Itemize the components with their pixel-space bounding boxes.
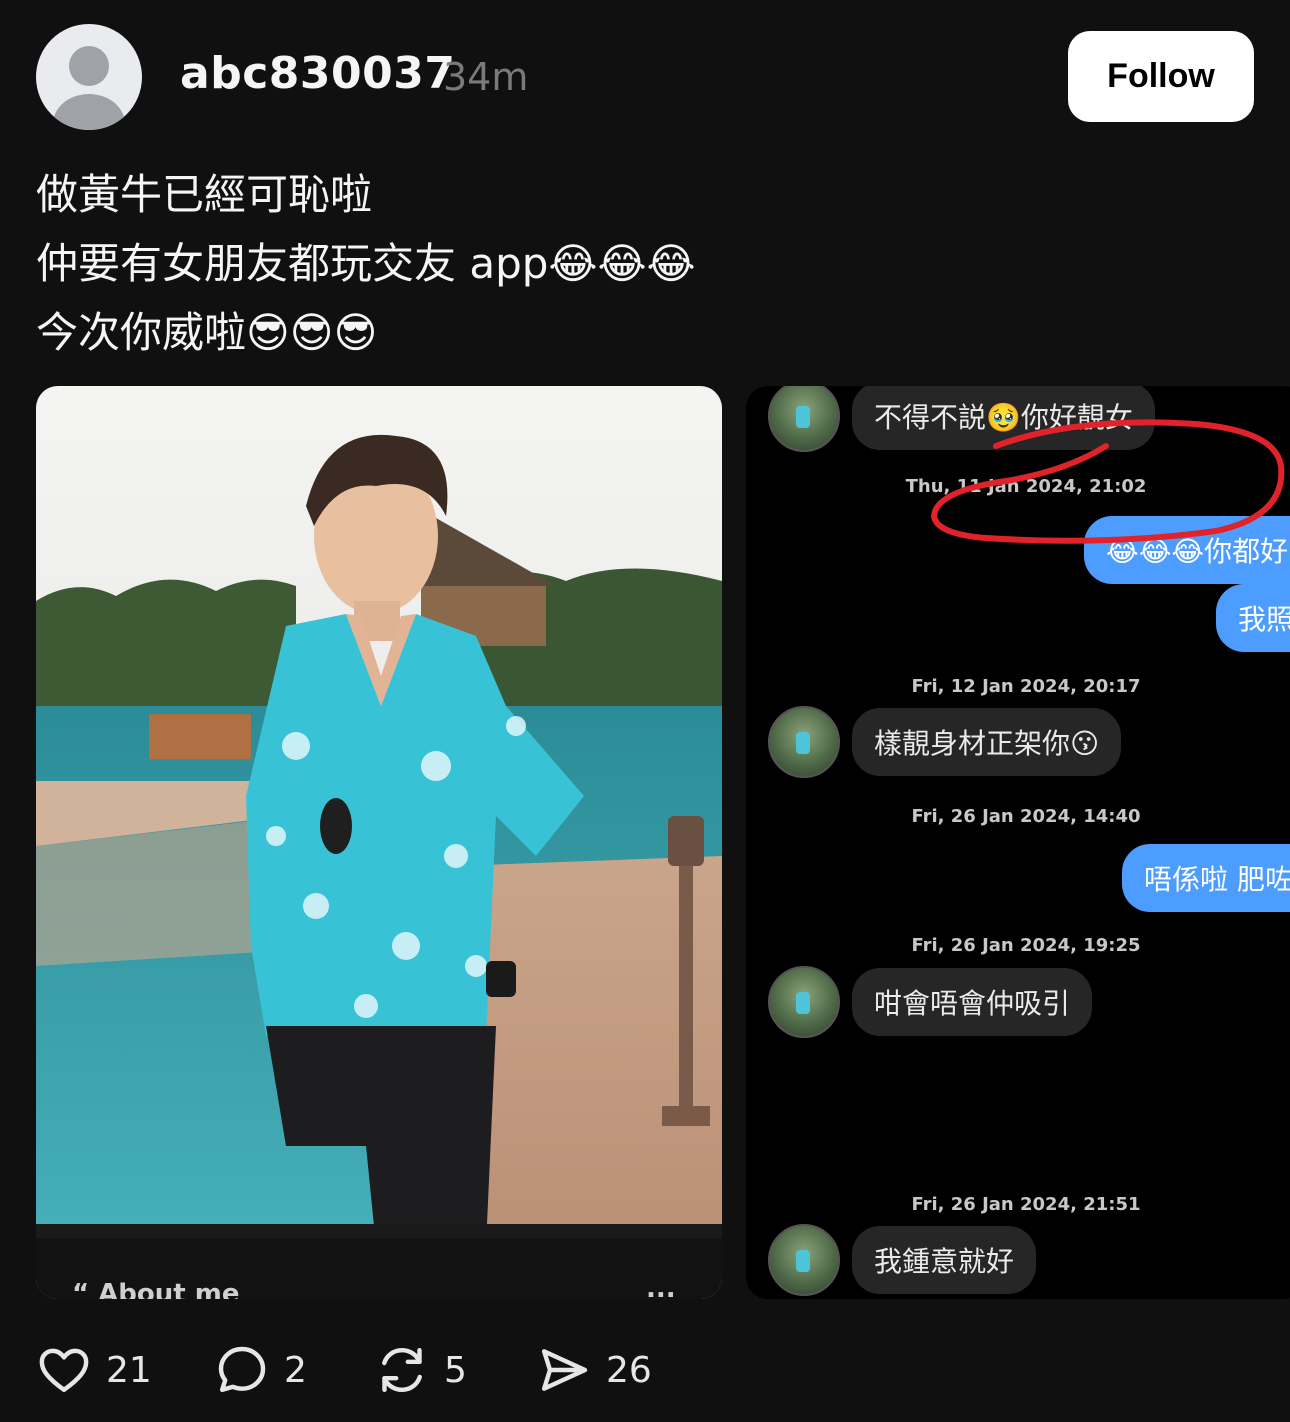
chat-avatar <box>768 966 840 1038</box>
avatar-placeholder-icon <box>69 46 109 86</box>
chat-message-incoming: 我鍾意就好 <box>768 1224 1037 1296</box>
red-annotation-circle <box>930 419 1285 544</box>
comment-icon <box>218 1346 266 1393</box>
like-button[interactable]: 21 <box>36 1338 152 1402</box>
chat-avatar <box>768 1224 840 1296</box>
reply-count: 2 <box>284 1349 307 1391</box>
caption-line: 做黃牛已經可恥啦 <box>36 170 373 219</box>
chat-bubble: 樣靚身材正架你😗 <box>852 708 1122 776</box>
post-time: 34m <box>443 55 529 99</box>
share-count: 26 <box>606 1349 652 1391</box>
chat-date: Fri, 26 Jan 2024, 19:25 <box>911 935 1141 956</box>
post-image-photo[interactable]: “ About me ... <box>36 386 722 1299</box>
about-me-label: “ About me <box>72 1279 240 1299</box>
caption-line: 仲要有女朋友都玩交友 app😂😂😂 <box>36 239 696 288</box>
post-image-chat-screenshot[interactable]: 不得不説🥹你好靚女 Thu, 11 Jan 2024, 21:02 😂😂😂你都好… <box>746 386 1290 1299</box>
chat-message-incoming: 樣靚身材正架你😗 <box>768 706 1122 778</box>
chat-avatar <box>768 706 840 778</box>
like-count: 21 <box>106 1349 152 1391</box>
chat-date: Fri, 26 Jan 2024, 14:40 <box>911 806 1141 827</box>
reply-button[interactable]: 2 <box>214 1338 307 1402</box>
user-avatar[interactable] <box>36 24 142 130</box>
post-caption: 做黃牛已經可恥啦 仲要有女朋友都玩交友 app😂😂😂 今次你威啦😎😎😎 <box>36 160 696 367</box>
caption-line: 今次你威啦😎😎😎 <box>36 308 378 357</box>
portrait-photo <box>36 386 722 1299</box>
chat-date: Fri, 26 Jan 2024, 21:51 <box>911 1194 1141 1215</box>
thread-post: abc830037 34m Follow 做黃牛已經可恥啦 仲要有女朋友都玩交友… <box>0 0 1290 1422</box>
chat-bubble-outgoing: 唔係啦 肥咗 <box>1122 844 1290 912</box>
chat-bubble-outgoing: 我照 <box>1216 584 1290 652</box>
repost-button[interactable]: 5 <box>374 1338 467 1402</box>
chat-date: Fri, 12 Jan 2024, 20:17 <box>911 676 1141 697</box>
heart-icon <box>39 1348 89 1393</box>
repost-count: 5 <box>444 1349 467 1391</box>
chat-message-incoming: 咁會唔會仲吸引 <box>768 966 1093 1038</box>
follow-button[interactable]: Follow <box>1068 31 1254 122</box>
username[interactable]: abc830037 <box>180 48 455 99</box>
repost-icon <box>382 1347 422 1393</box>
more-icon: ... <box>646 1274 676 1299</box>
send-icon <box>541 1349 588 1391</box>
share-button[interactable]: 26 <box>536 1338 652 1402</box>
chat-bubble: 我鍾意就好 <box>852 1226 1037 1294</box>
chat-bubble: 咁會唔會仲吸引 <box>852 968 1093 1036</box>
